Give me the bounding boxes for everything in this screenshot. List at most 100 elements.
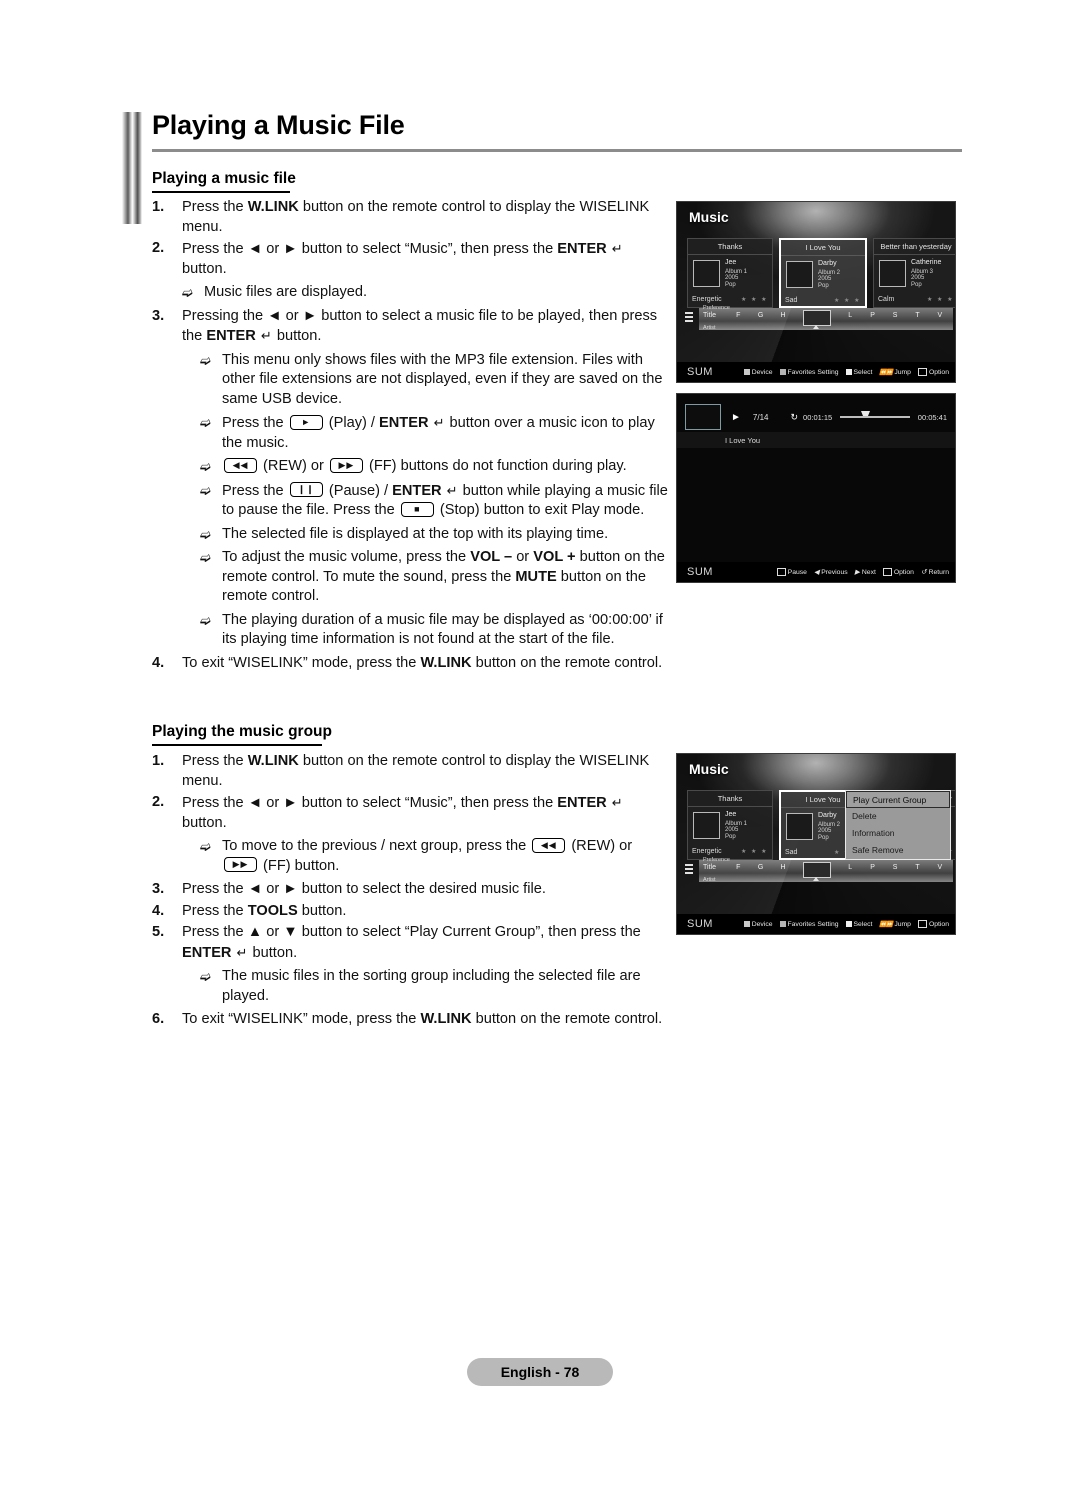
- progress-bar[interactable]: [840, 411, 910, 418]
- bullet-marker-icon: ➫: [200, 415, 211, 430]
- album-genre: Pop: [725, 281, 736, 288]
- step-number: 4.: [152, 654, 165, 671]
- sorting-bar[interactable]: Preference Artist Title F G H I J L P S …: [685, 857, 953, 884]
- tools-menu-item-safe-remove[interactable]: Safe Remove: [846, 842, 950, 859]
- music-card-body: Catherine Album 3 2005 Pop: [874, 255, 955, 295]
- heading-underline: [152, 744, 322, 746]
- list-view-icon[interactable]: [685, 864, 693, 876]
- sort-letter[interactable]: F: [727, 864, 749, 871]
- bullet-text: The playing duration of a music file may…: [222, 611, 663, 648]
- step-text: To exit “WISELINK” mode, press the W.LIN…: [182, 1011, 663, 1027]
- title-label: Title: [703, 312, 716, 319]
- album-year: 2005: [725, 827, 739, 834]
- step-number: 6.: [152, 1011, 165, 1027]
- music-card-footer: Energetic ★ ★ ★: [688, 295, 772, 305]
- key-option[interactable]: Option: [917, 368, 949, 376]
- red-square-icon: [743, 369, 750, 375]
- tv-screenshot-music-player: ► 7/14 ↻ 00:01:15 00:05:41 I Love You SU…: [676, 393, 956, 583]
- key-option[interactable]: Option: [917, 920, 949, 928]
- tools-menu-item-delete[interactable]: Delete: [846, 808, 950, 825]
- sort-letter[interactable]: G: [749, 312, 771, 319]
- sort-letter[interactable]: G: [749, 864, 771, 871]
- bullet-rew-ff: ➫ ◀◀ (REW) or ▶▶ (FF) buttons do not fun…: [200, 457, 672, 477]
- sorting-bar[interactable]: Preference Artist Title F G H I J L P S …: [685, 305, 953, 332]
- tv-screen-title: Music: [689, 761, 729, 777]
- tools-menu-item-play-current-group[interactable]: Play Current Group: [846, 791, 950, 808]
- key-label: Option: [928, 920, 949, 928]
- sort-letter[interactable]: L: [839, 864, 861, 871]
- music-card-title: Thanks: [688, 791, 772, 807]
- bullet-mp3-only: ➫ This menu only shows files with the MP…: [200, 351, 672, 410]
- album-year: 2005: [818, 828, 832, 835]
- music-card[interactable]: Thanks Jee Album 1 2005 Pop Energetic ★ …: [687, 790, 773, 860]
- sort-letter[interactable]: P: [861, 312, 883, 319]
- album-year: 2005: [725, 275, 739, 282]
- sort-caret-icon: [813, 877, 819, 881]
- enter-icon: ↵: [236, 944, 248, 960]
- sort-letter[interactable]: H: [772, 864, 794, 871]
- repeat-icon[interactable]: ↻: [790, 412, 798, 423]
- section-heading-playing-a-music-file: Playing a music file: [152, 170, 296, 193]
- sort-letter[interactable]: V: [929, 864, 951, 871]
- sort-caret-icon: [813, 325, 819, 329]
- title-underline: [152, 149, 962, 152]
- rating-stars: ★ ★ ★: [927, 297, 954, 303]
- step-6: 6. To exit “WISELINK” mode, press the W.…: [152, 1010, 672, 1030]
- manual-page: Playing a Music File Playing a music fil…: [0, 0, 1080, 1488]
- step-text: Press the W.LINK button on the remote co…: [182, 753, 650, 789]
- sort-letter[interactable]: F: [727, 312, 749, 319]
- sort-letter[interactable]: S: [884, 312, 906, 319]
- key-device[interactable]: Device: [743, 921, 773, 928]
- music-card[interactable]: Better than yesterday Catherine Album 3 …: [873, 238, 955, 308]
- sort-letter[interactable]: H: [772, 312, 794, 319]
- rating-stars: ★ ★ ★: [741, 297, 768, 303]
- mood-label: Calm: [878, 296, 895, 303]
- key-jump[interactable]: ⏪⏩ Jump: [879, 921, 911, 928]
- sort-letter[interactable]: T: [906, 312, 928, 319]
- music-card-selected[interactable]: I Love You Darby Album 2 2005 Pop Sad ★ …: [779, 238, 867, 308]
- now-playing-band: [677, 432, 955, 448]
- page-footer: English - 78: [0, 1358, 1080, 1386]
- sum-label: SUM: [687, 918, 713, 930]
- album-name: Album 2: [818, 821, 841, 828]
- key-favorites-setting[interactable]: Favorites Setting: [779, 921, 839, 928]
- bullet-duration: ➫ The playing duration of a music file m…: [200, 611, 672, 650]
- bullet-text: This menu only shows files with the MP3 …: [222, 351, 663, 407]
- key-next[interactable]: ▶ Next: [855, 568, 876, 577]
- key-pause[interactable]: Pause: [776, 568, 807, 576]
- list-view-icon[interactable]: [685, 312, 693, 324]
- sort-letter[interactable]: L: [839, 312, 861, 319]
- sort-letter[interactable]: V: [929, 312, 951, 319]
- bullet-text: Press the ❙❙ (Pause) / ENTER ↵ button wh…: [222, 482, 668, 518]
- progress-knob[interactable]: [861, 411, 871, 421]
- sort-letter[interactable]: P: [861, 864, 883, 871]
- tools-popup-menu[interactable]: Play Current Group Delete Information Sa…: [845, 790, 951, 860]
- key-favorites-setting[interactable]: Favorites Setting: [779, 369, 839, 376]
- key-jump[interactable]: ⏪⏩ Jump: [879, 369, 911, 376]
- key-previous[interactable]: ◀ Previous: [814, 568, 848, 577]
- rating-stars: ★ ★ ★: [834, 298, 861, 304]
- sort-selection-box: [803, 310, 831, 326]
- tools-menu-item-information[interactable]: Information: [846, 825, 950, 842]
- enter-icon: ↵: [611, 241, 623, 256]
- key-device[interactable]: Device: [743, 369, 773, 376]
- step-number: 4.: [152, 902, 165, 919]
- key-label: Jump: [894, 920, 911, 928]
- music-card[interactable]: Thanks Jee Album 1 2005 Pop Energetic ★ …: [687, 238, 773, 308]
- tv-screen-title: Music: [689, 209, 729, 225]
- sort-letter[interactable]: T: [906, 864, 928, 871]
- music-card-body: Jee Album 1 2005 Pop: [688, 255, 772, 295]
- key-return[interactable]: ↺ Return: [921, 568, 949, 577]
- music-card-footer: Calm ★ ★ ★: [874, 295, 955, 305]
- sort-letter[interactable]: S: [884, 864, 906, 871]
- key-option[interactable]: Option: [882, 568, 914, 576]
- key-select[interactable]: Select: [845, 921, 872, 928]
- music-card-meta: Catherine Album 3 2005 Pop: [911, 259, 941, 293]
- green-square-icon: [779, 369, 786, 375]
- step-5: 5. Press the ▲ or ▼ button to select “Pl…: [152, 923, 672, 963]
- key-select[interactable]: Select: [845, 369, 872, 376]
- tv-screenshot-music-browser: Music Thanks Jee Album 1 2005 Pop Energe…: [676, 201, 956, 383]
- bullet-text: Press the ► (Play) / ENTER ↵ button over…: [222, 414, 655, 451]
- step-text: Press the ◄ or ► button to select “Music…: [182, 795, 623, 831]
- bullet-volume: ➫ To adjust the music volume, press the …: [200, 548, 672, 607]
